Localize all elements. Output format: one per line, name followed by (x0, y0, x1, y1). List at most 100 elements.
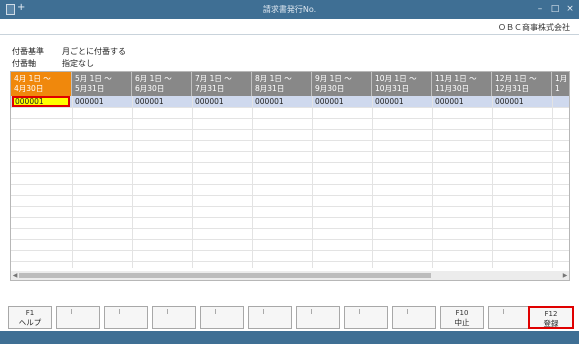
column-header-1[interactable]: 4月 1日 ～ 4月30日 (11, 72, 72, 96)
maximize-icon[interactable]: □ (549, 3, 561, 15)
fkey-tick (167, 309, 168, 314)
fkey-tick (215, 309, 216, 314)
scrollbar-thumb[interactable] (19, 273, 431, 278)
number-cell[interactable]: 000001 (252, 96, 312, 107)
fkey-empty-button[interactable] (392, 306, 436, 329)
number-cell[interactable]: 000001 (372, 96, 432, 107)
column-divider (372, 96, 373, 268)
row-divider (11, 184, 569, 185)
number-cell[interactable]: 000001 (132, 96, 192, 107)
column-header-start: 8月 1日 ～ (255, 74, 292, 83)
column-header-5[interactable]: 8月 1日 ～ 8月31日 (252, 72, 312, 96)
column-divider (132, 96, 133, 268)
title-bar: + 請求書発行No. – □ × (0, 0, 579, 19)
header-divider (0, 34, 579, 35)
row-divider (11, 162, 569, 163)
fkey-f10-button[interactable]: F10 中止 (440, 306, 484, 329)
column-header-end: 6月30日 (135, 84, 165, 93)
column-header-start: 12月 1日 ～ (495, 74, 537, 83)
window-title: 請求書発行No. (262, 5, 317, 14)
column-divider (192, 96, 193, 268)
column-divider (552, 96, 553, 268)
column-header-9[interactable]: 12月 1日 ～ 12月31日 (492, 72, 552, 96)
function-key-bar: F1 ヘルプ F10 中止 F12 登録 (8, 306, 578, 330)
fkey-empty-button[interactable] (200, 306, 244, 329)
fkey-tick (119, 309, 120, 314)
fkey-f12-button[interactable]: F12 登録 (528, 306, 574, 329)
status-bar (0, 331, 579, 344)
company-name: ＯＢＣ商事株式会社 (498, 23, 570, 32)
column-header-start: 6月 1日 ～ (135, 74, 172, 83)
row-divider (11, 173, 569, 174)
row-divider (11, 250, 569, 251)
fkey-empty-button[interactable] (344, 306, 388, 329)
fkey-empty-button[interactable] (104, 306, 148, 329)
column-header-end: 4月30日 (14, 84, 44, 93)
fkey-tick (407, 309, 408, 314)
column-header-2[interactable]: 5月 1日 ～ 5月31日 (72, 72, 132, 96)
row-divider (11, 217, 569, 218)
fkey-empty-button[interactable] (488, 306, 532, 329)
number-cell[interactable]: 000001 (492, 96, 552, 107)
fkey-empty-button[interactable] (296, 306, 340, 329)
column-header-start: 4月 1日 ～ (14, 74, 51, 83)
close-icon[interactable]: × (564, 3, 576, 15)
column-header-start: 1月 (555, 74, 568, 83)
column-header-10[interactable]: 1月 1 (552, 72, 569, 96)
column-header-end: 7月31日 (195, 84, 225, 93)
column-header-end: 5月31日 (75, 84, 105, 93)
row-divider (11, 107, 569, 108)
fkey-code: F12 (544, 310, 558, 318)
column-header-end: 12月31日 (495, 84, 530, 93)
row-divider (11, 140, 569, 141)
number-cell[interactable]: 000001 (432, 96, 492, 107)
fkey-label: 登録 (543, 319, 559, 328)
fkey-tick (71, 309, 72, 314)
column-header-7[interactable]: 10月 1日 ～ 10月31日 (372, 72, 432, 96)
numbering-axis-label: 付番軸 (12, 59, 36, 68)
column-header-start: 10月 1日 ～ (375, 74, 417, 83)
column-header-6[interactable]: 9月 1日 ～ 9月30日 (312, 72, 372, 96)
fkey-empty-button[interactable] (56, 306, 100, 329)
selected-number-cell[interactable]: 000001 (12, 96, 70, 107)
fkey-label: 中止 (454, 318, 470, 327)
row-divider (11, 129, 569, 130)
column-header-3[interactable]: 6月 1日 ～ 6月30日 (132, 72, 192, 96)
row-divider (11, 228, 569, 229)
number-cell[interactable] (552, 96, 569, 107)
column-header-end: 11月30日 (435, 84, 470, 93)
horizontal-scrollbar[interactable]: ◀ ▶ (11, 271, 569, 280)
row-divider (11, 261, 569, 262)
number-cell[interactable]: 000001 (192, 96, 252, 107)
number-cell[interactable]: 000001 (72, 96, 132, 107)
fkey-f1-button[interactable]: F1 ヘルプ (8, 306, 52, 329)
numbering-axis-value: 指定なし (62, 59, 94, 68)
fkey-code: F1 (25, 309, 35, 317)
column-header-4[interactable]: 7月 1日 ～ 7月31日 (192, 72, 252, 96)
column-divider (312, 96, 313, 268)
row-divider (11, 151, 569, 152)
column-header-start: 5月 1日 ～ (75, 74, 112, 83)
number-cell[interactable]: 000001 (312, 96, 372, 107)
numbering-grid: 4月 1日 ～ 4月30日 5月 1日 ～ 5月31日 6月 1日 ～ 6月30日 7月 1… (10, 71, 570, 281)
column-header-end: 8月31日 (255, 84, 285, 93)
fkey-tick (263, 309, 264, 314)
row-divider (11, 206, 569, 207)
numbering-basis-value: 月ごとに付番する (62, 47, 126, 56)
column-header-start: 9月 1日 ～ (315, 74, 352, 83)
scroll-right-icon[interactable]: ▶ (561, 271, 569, 280)
column-header-end: 10月31日 (375, 84, 410, 93)
scroll-left-icon[interactable]: ◀ (11, 271, 19, 280)
column-header-start: 7月 1日 ～ (195, 74, 232, 83)
row-divider (11, 118, 569, 119)
fkey-empty-button[interactable] (152, 306, 196, 329)
fkey-empty-button[interactable] (248, 306, 292, 329)
numbering-basis-label: 付番基準 (12, 47, 44, 56)
minimize-icon[interactable]: – (534, 3, 546, 15)
fkey-tick (311, 309, 312, 314)
fkey-tick (359, 309, 360, 314)
column-header-8[interactable]: 11月 1日 ～ 11月30日 (432, 72, 492, 96)
column-header-end: 9月30日 (315, 84, 345, 93)
column-divider (72, 96, 73, 268)
column-divider (252, 96, 253, 268)
